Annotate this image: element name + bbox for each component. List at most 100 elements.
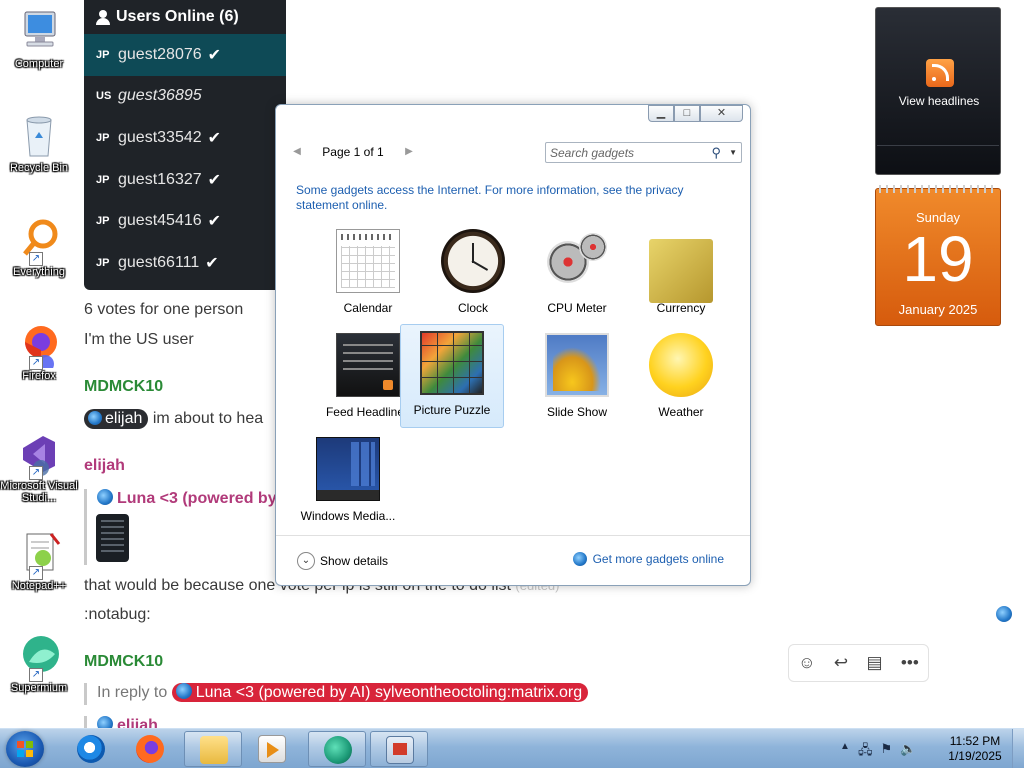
- user-row[interactable]: JP guest45416 ✔: [84, 200, 286, 242]
- user-row[interactable]: US guest36895: [84, 76, 286, 118]
- gadget-tile-windows-media-center[interactable]: Windows Media...: [296, 431, 400, 535]
- users-online-title: Users Online (6): [116, 8, 239, 25]
- message-author[interactable]: MDMCK10: [84, 378, 163, 396]
- message-actions-toolbar: ☺ ↩ ▤ •••: [788, 644, 929, 682]
- taskbar-media-player[interactable]: [243, 731, 301, 767]
- desktop-icon-recycle-bin[interactable]: Recycle Bin: [0, 112, 78, 174]
- chat-message: :notabug:: [84, 606, 151, 623]
- search-input[interactable]: Search gadgets ⚲ ▼: [545, 142, 742, 163]
- desktop-icon-notepad-plus-plus[interactable]: ↗ Notepad++: [0, 530, 78, 592]
- search-icon[interactable]: ⚲: [711, 145, 721, 161]
- gadget-tile-slide-show[interactable]: Slide Show: [525, 327, 629, 431]
- desktop-icon-visual-studio[interactable]: ↗ Microsoft Visual Studi...: [0, 430, 78, 504]
- privacy-notice[interactable]: Some gadgets access the Internet. For mo…: [296, 183, 716, 213]
- window-controls: ▁ □ ✕: [648, 105, 743, 122]
- image-attachment[interactable]: [96, 514, 129, 562]
- show-desktop-button[interactable]: [1012, 729, 1024, 768]
- taskbar-supermium[interactable]: [308, 731, 366, 767]
- user-row[interactable]: JP guest33542 ✔: [84, 117, 286, 159]
- currency-icon: [649, 239, 713, 303]
- taskbar-gadgets[interactable]: [370, 731, 428, 767]
- taskbar-file-explorer[interactable]: [184, 731, 242, 767]
- previous-page-icon[interactable]: ◀: [289, 141, 305, 163]
- country-code: US: [96, 90, 112, 103]
- slide-show-icon: [545, 333, 609, 397]
- shortcut-arrow-icon: ↗: [29, 356, 43, 370]
- user-name: guest66111: [118, 253, 200, 271]
- calendar-gadget[interactable]: Sunday 19 January 2025: [875, 185, 1001, 326]
- dropdown-arrow-icon[interactable]: ▼: [729, 148, 737, 157]
- gadget-name: Windows Media...: [300, 509, 396, 523]
- shortcut-arrow-icon: ↗: [29, 252, 43, 266]
- show-hidden-icons[interactable]: ▲: [840, 741, 850, 752]
- calendar-icon: [336, 229, 400, 293]
- show-details-toggle[interactable]: ⌄ Show details: [297, 552, 388, 570]
- user-row[interactable]: JP guest66111 ✔: [84, 242, 286, 284]
- cpu-meter-icon: [545, 229, 609, 293]
- users-online-panel: Users Online (6) JP guest28076 ✔ US gues…: [84, 0, 286, 290]
- clock-time: 11:52 PM: [949, 734, 1001, 748]
- message-author[interactable]: MDMCK10: [84, 653, 163, 671]
- feed-headlines-gadget[interactable]: View headlines: [875, 7, 1001, 175]
- view-headlines-label[interactable]: View headlines: [876, 94, 1002, 108]
- desktop-icon-firefox[interactable]: ↗ Firefox: [0, 320, 78, 382]
- country-code: JP: [96, 256, 110, 269]
- calendar-date: 19: [902, 223, 974, 295]
- gadget-name: Currency: [656, 301, 706, 315]
- add-reaction-icon[interactable]: ☺: [798, 653, 815, 673]
- taskbar-firefox[interactable]: [121, 731, 179, 767]
- message-author[interactable]: elijah: [84, 457, 125, 475]
- tray-icons: 🖧 ⚑ 🔈: [858, 741, 916, 763]
- desktop-icon-computer[interactable]: Computer: [0, 8, 78, 70]
- desktop-icon-label: Notepad++: [11, 580, 67, 592]
- supermium-icon: ↗: [15, 632, 63, 682]
- gadget-tile-currency[interactable]: Currency: [629, 223, 733, 327]
- user-icon: [96, 10, 110, 25]
- gadget-tile-cpu-meter[interactable]: CPU Meter: [525, 223, 629, 327]
- show-details-label: Show details: [320, 554, 389, 568]
- country-code: JP: [96, 131, 110, 144]
- reply-icon[interactable]: ↩: [834, 653, 848, 673]
- user-name: guest45416: [118, 212, 202, 230]
- gallery-footer: ⌄ Show details Get more gadgets online: [276, 535, 750, 585]
- avatar-icon: [88, 411, 102, 425]
- avatar-icon: [97, 489, 113, 505]
- quote-author: Luna <3 (powered by: [97, 489, 277, 508]
- firefox-icon: ↗: [15, 320, 63, 373]
- close-button[interactable]: ✕: [700, 105, 743, 122]
- start-button[interactable]: [6, 731, 44, 767]
- gadget-name: Picture Puzzle: [413, 403, 491, 417]
- desktop-icon-everything[interactable]: ↗ Everything: [0, 216, 78, 278]
- next-page-icon[interactable]: ▶: [401, 141, 417, 163]
- volume-muted-icon[interactable]: 🔈: [900, 741, 916, 763]
- visual-studio-icon: ↗: [15, 430, 63, 480]
- network-icon[interactable]: 🖧: [858, 741, 873, 763]
- read-receipt-avatar[interactable]: [996, 606, 1012, 622]
- gadget-tile-weather[interactable]: Weather: [629, 327, 733, 431]
- get-more-gadgets-link[interactable]: Get more gadgets online: [572, 552, 724, 566]
- gadget-tile-calendar[interactable]: Calendar: [316, 223, 420, 327]
- reply-target[interactable]: Luna <3 (powered by AI) sylveontheoctoli…: [171, 683, 589, 702]
- windows-media-center-icon: [316, 437, 380, 501]
- taskbar: ▲ 🖧 ⚑ 🔈 11:52 PM 1/19/2025: [0, 728, 1024, 768]
- action-center-flag-icon[interactable]: ⚑: [881, 741, 893, 763]
- thread-icon[interactable]: ▤: [867, 653, 883, 673]
- system-clock[interactable]: 11:52 PM 1/19/2025: [942, 734, 1008, 764]
- checkmark-icon: ✔: [207, 213, 222, 231]
- gadgets-icon: [386, 736, 414, 764]
- quote-author: elijah: [97, 716, 158, 728]
- weather-icon: [649, 333, 713, 397]
- desktop-icon-supermium[interactable]: ↗ Supermium: [0, 632, 78, 694]
- taskbar-internet-explorer[interactable]: [62, 731, 120, 767]
- internet-explorer-icon: [77, 735, 105, 763]
- user-row[interactable]: JP guest16327 ✔: [84, 159, 286, 201]
- user-mention[interactable]: elijah: [84, 409, 149, 429]
- user-row[interactable]: JP guest28076 ✔: [84, 34, 286, 76]
- minimize-button[interactable]: ▁: [648, 105, 674, 122]
- reply-reference[interactable]: In reply to Luna <3 (powered by AI) sylv…: [84, 683, 589, 705]
- gadget-tile-clock[interactable]: Clock: [421, 223, 525, 327]
- more-options-icon[interactable]: •••: [901, 653, 919, 673]
- maximize-button[interactable]: □: [674, 105, 700, 122]
- gadget-tile-picture-puzzle[interactable]: Picture Puzzle: [400, 324, 504, 428]
- quoted-message[interactable]: elijah: [84, 716, 158, 728]
